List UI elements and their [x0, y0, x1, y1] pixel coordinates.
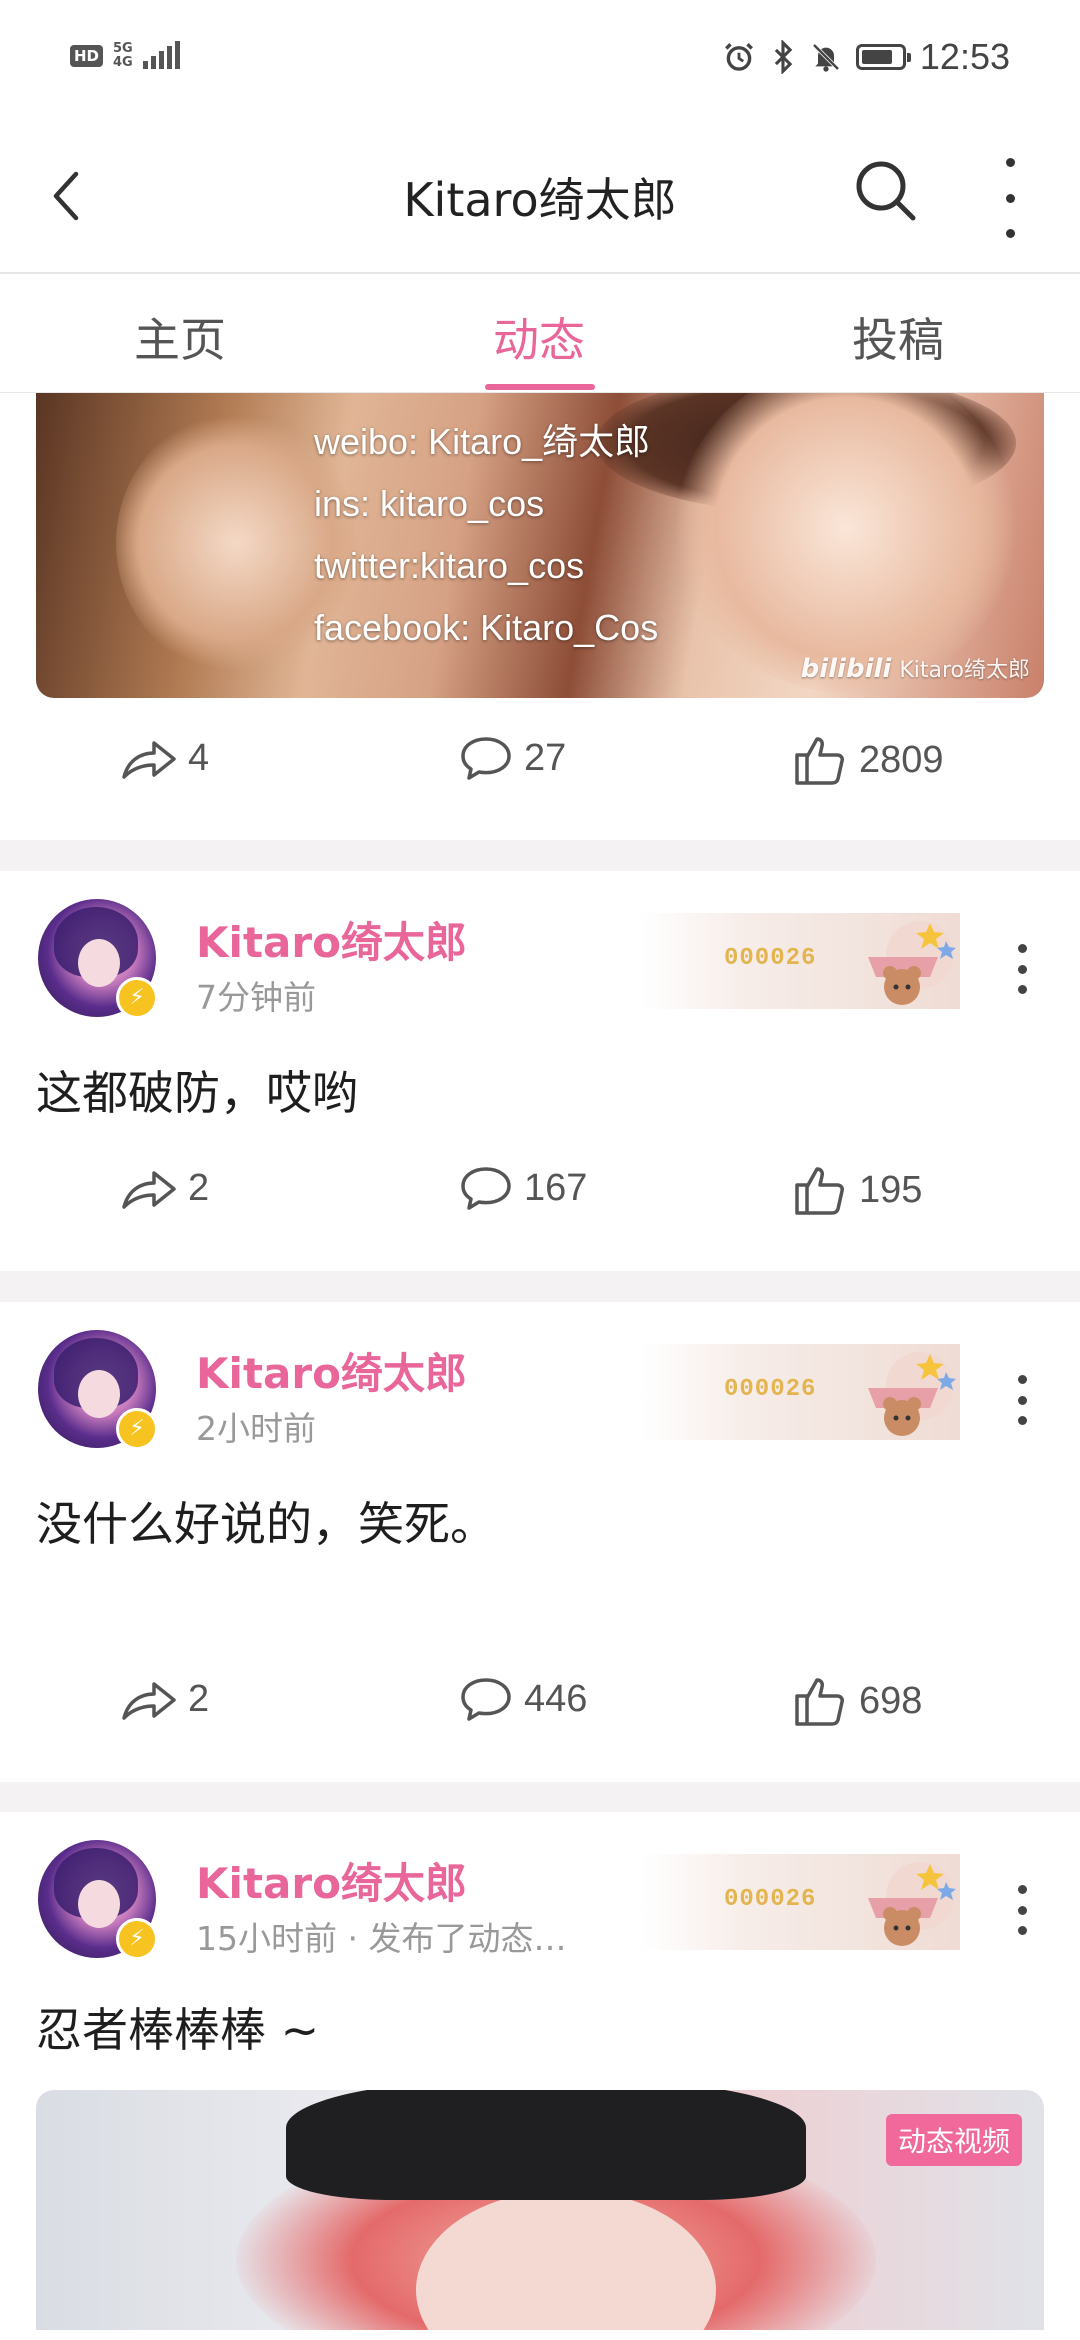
comment-button[interactable]: 167 [458, 1163, 587, 1213]
battery-icon [855, 44, 911, 70]
tab-submissions[interactable]: 投稿 [852, 304, 944, 370]
status-bar: HD 5G 4G 12:53 [0, 0, 1080, 120]
verified-bolt-icon: ⚡ [116, 977, 158, 1019]
fan-badge[interactable]: 000026 [640, 1344, 960, 1440]
post-more-icon[interactable] [1012, 1885, 1032, 1935]
comment-icon [461, 1167, 511, 1210]
share-count: 4 [188, 736, 210, 779]
active-tab-indicator [485, 384, 595, 390]
post-text[interactable]: 忍者棒棒棒 ~ [36, 1994, 319, 2060]
post-author[interactable]: Kitaro绮太郎 [196, 1340, 467, 1401]
battery-fill [861, 50, 892, 64]
fan-badge[interactable]: 000026 [640, 913, 960, 1009]
status-bar-left: HD 5G 4G [70, 41, 180, 70]
share-icon [122, 1171, 176, 1209]
network-sub-label: 4G [113, 55, 133, 70]
post-actions: 2 167 195 [0, 1163, 1080, 1243]
comment-count: 27 [524, 736, 567, 779]
post-author[interactable]: Kitaro绮太郎 [196, 909, 467, 970]
fan-badge-number: 000026 [724, 1376, 817, 1403]
alarm-icon [724, 43, 753, 71]
overlay-line: ins: kitaro_cos [314, 483, 545, 524]
video-badge: 动态视频 [885, 2114, 1022, 2166]
post-card: ⚡ Kitaro绮太郎 7分钟前 000026 这都破防，哎哟 2 167 19… [0, 871, 1080, 1271]
avatar[interactable]: ⚡ [38, 1840, 158, 1960]
search-icon[interactable] [845, 150, 925, 230]
post-actions: 4 27 2809 [0, 733, 1080, 813]
comment-count: 446 [524, 1677, 588, 1720]
post-time: 7分钟前 [196, 978, 316, 1017]
comment-icon [461, 1678, 511, 1721]
verified-bolt-icon: ⚡ [116, 1918, 158, 1960]
post-card: weibo: Kitaro_绮太郎 ins: kitaro_cos twitte… [0, 393, 1080, 840]
post-text[interactable]: 没什么好说的，笑死。 [36, 1488, 496, 1554]
post-text[interactable]: 这都破防，哎哟 [36, 1057, 358, 1123]
thumbs-up-icon [795, 1167, 844, 1215]
post-card: ⚡ Kitaro绮太郎 15小时前 · 发布了动态… 000026 忍者棒棒棒 … [0, 1812, 1080, 2340]
hd-badge: HD [70, 45, 104, 67]
bear-badge-icon [868, 1862, 956, 1946]
post-author[interactable]: Kitaro绮太郎 [196, 1850, 467, 1911]
post-image[interactable]: weibo: Kitaro_绮太郎 ins: kitaro_cos twitte… [36, 393, 1044, 698]
share-count: 2 [188, 1166, 210, 1209]
fan-badge-number: 000026 [724, 945, 817, 972]
fan-badge-number: 000026 [724, 1886, 817, 1913]
thumbs-up-icon [795, 1678, 844, 1726]
thumbs-up-icon [795, 737, 844, 785]
status-time: 12:53 [919, 36, 1010, 77]
top-app-bar: Kitaro绮太郎 [0, 120, 1080, 274]
tab-bar: 主页 动态 投稿 [0, 274, 1080, 393]
signal-icon [142, 41, 180, 69]
more-options-icon[interactable] [990, 158, 1030, 238]
like-count: 698 [859, 1679, 923, 1722]
post-video-thumbnail[interactable]: 动态视频 [36, 2090, 1044, 2330]
share-button[interactable]: 2 [120, 1163, 209, 1213]
bear-badge-icon [868, 921, 956, 1005]
status-bar-right: 12:53 [722, 36, 1010, 78]
post-time: 15小时前 · 发布了动态… [196, 1919, 567, 1958]
post-card: ⚡ Kitaro绮太郎 2小时前 000026 没什么好说的，笑死。 2 446… [0, 1302, 1080, 1782]
share-button[interactable]: 2 [120, 1674, 209, 1724]
overlay-line: facebook: Kitaro_Cos [314, 607, 659, 648]
like-count: 195 [859, 1168, 923, 1211]
mute-bell-icon [812, 43, 840, 72]
post-more-icon[interactable] [1012, 1375, 1032, 1425]
comment-button[interactable]: 27 [458, 733, 566, 783]
comment-icon [461, 737, 511, 780]
share-icon [122, 741, 176, 779]
like-button[interactable]: 2809 [793, 733, 944, 787]
overlay-line: twitter:kitaro_cos [314, 545, 585, 586]
like-button[interactable]: 195 [793, 1163, 922, 1217]
post-actions: 2 446 698 [0, 1674, 1080, 1754]
fan-badge[interactable]: 000026 [640, 1854, 960, 1950]
bear-badge-icon [868, 1352, 956, 1436]
post-time: 2小时前 [196, 1409, 316, 1448]
network-label: 5G [113, 41, 133, 56]
comment-count: 167 [524, 1166, 588, 1209]
watermark-text: Kitaro绮太郎 [899, 658, 1030, 683]
avatar[interactable]: ⚡ [38, 899, 158, 1019]
network-type: 5G 4G [113, 42, 133, 70]
share-icon [122, 1682, 176, 1720]
share-button[interactable]: 4 [120, 733, 209, 783]
share-count: 2 [188, 1677, 210, 1720]
verified-bolt-icon: ⚡ [116, 1408, 158, 1450]
tab-dynamics[interactable]: 动态 [493, 304, 585, 370]
post-more-icon[interactable] [1012, 944, 1032, 994]
comment-button[interactable]: 446 [458, 1674, 587, 1724]
bilibili-logo: bilibili [800, 654, 892, 684]
image-overlay-text: weibo: Kitaro_绮太郎 ins: kitaro_cos twitte… [314, 411, 658, 659]
like-count: 2809 [859, 738, 944, 781]
bluetooth-icon [774, 40, 793, 74]
image-watermark: bilibili Kitaro绮太郎 [801, 652, 1030, 684]
avatar[interactable]: ⚡ [38, 1330, 158, 1450]
overlay-line: weibo: Kitaro_绮太郎 [314, 421, 651, 462]
like-button[interactable]: 698 [793, 1674, 922, 1728]
tab-home[interactable]: 主页 [134, 304, 226, 370]
